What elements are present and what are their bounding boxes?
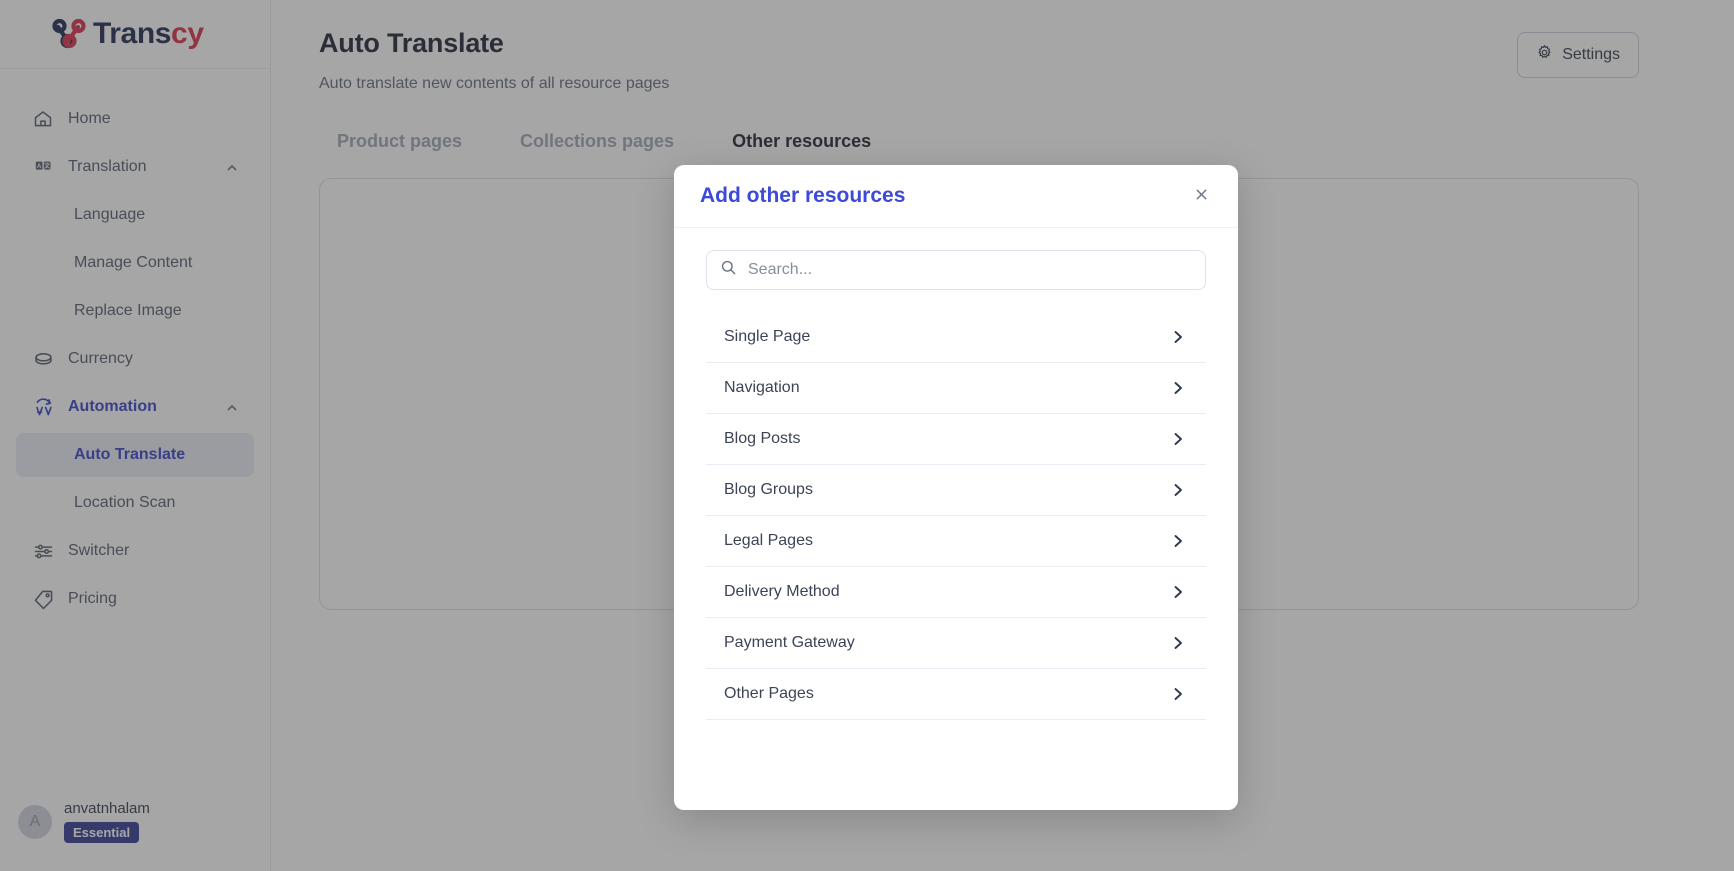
resource-item-other-pages[interactable]: Other Pages: [706, 669, 1206, 720]
resource-item-label: Blog Posts: [724, 430, 801, 447]
resource-item-label: Navigation: [724, 379, 800, 396]
resource-list: Single Page Navigation Blog Posts Blog G…: [706, 312, 1206, 720]
search-icon: [720, 259, 737, 281]
modal-header: Add other resources: [674, 165, 1238, 228]
chevron-right-icon: [1170, 686, 1186, 702]
resource-item-legal-pages[interactable]: Legal Pages: [706, 516, 1206, 567]
resource-item-navigation[interactable]: Navigation: [706, 363, 1206, 414]
chevron-right-icon: [1170, 431, 1186, 447]
modal-title: Add other resources: [700, 184, 906, 207]
chevron-right-icon: [1170, 380, 1186, 396]
resource-item-delivery-method[interactable]: Delivery Method: [706, 567, 1206, 618]
chevron-right-icon: [1170, 635, 1186, 651]
app-root: Transcy Home A 文 Translation Language Ma…: [0, 0, 1734, 871]
resource-item-label: Delivery Method: [724, 583, 840, 600]
resource-item-label: Legal Pages: [724, 532, 813, 549]
resource-item-label: Other Pages: [724, 685, 814, 702]
resource-item-label: Payment Gateway: [724, 634, 855, 651]
close-icon: [1193, 186, 1210, 206]
resource-item-label: Blog Groups: [724, 481, 813, 498]
chevron-right-icon: [1170, 329, 1186, 345]
chevron-right-icon: [1170, 584, 1186, 600]
resource-item-single-page[interactable]: Single Page: [706, 312, 1206, 363]
resource-item-label: Single Page: [724, 328, 811, 345]
search-input[interactable]: [748, 261, 1192, 279]
add-other-resources-modal: Add other resources Search... Single Pag…: [674, 165, 1238, 810]
modal-body: Single Page Navigation Blog Posts: [674, 228, 1238, 810]
chevron-right-icon: [1170, 533, 1186, 549]
search-field[interactable]: [706, 250, 1206, 290]
close-button[interactable]: [1186, 181, 1216, 211]
resource-item-payment-gateway[interactable]: Payment Gateway: [706, 618, 1206, 669]
resource-item-blog-groups[interactable]: Blog Groups: [706, 465, 1206, 516]
chevron-right-icon: [1170, 482, 1186, 498]
resource-item-blog-posts[interactable]: Blog Posts: [706, 414, 1206, 465]
